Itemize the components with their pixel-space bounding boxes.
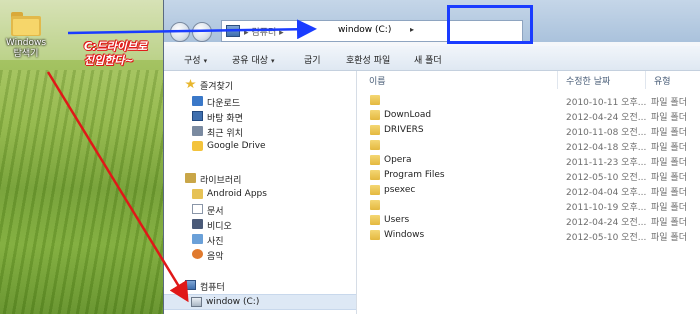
blue-arrow — [67, 19, 317, 40]
annotation-line2: 진입한다~ — [84, 54, 134, 67]
annotation-text: C:드라이브로 진입한다~ — [84, 40, 147, 68]
annotation-line1: C:드라이브로 — [84, 40, 148, 53]
red-arrow — [46, 71, 189, 303]
